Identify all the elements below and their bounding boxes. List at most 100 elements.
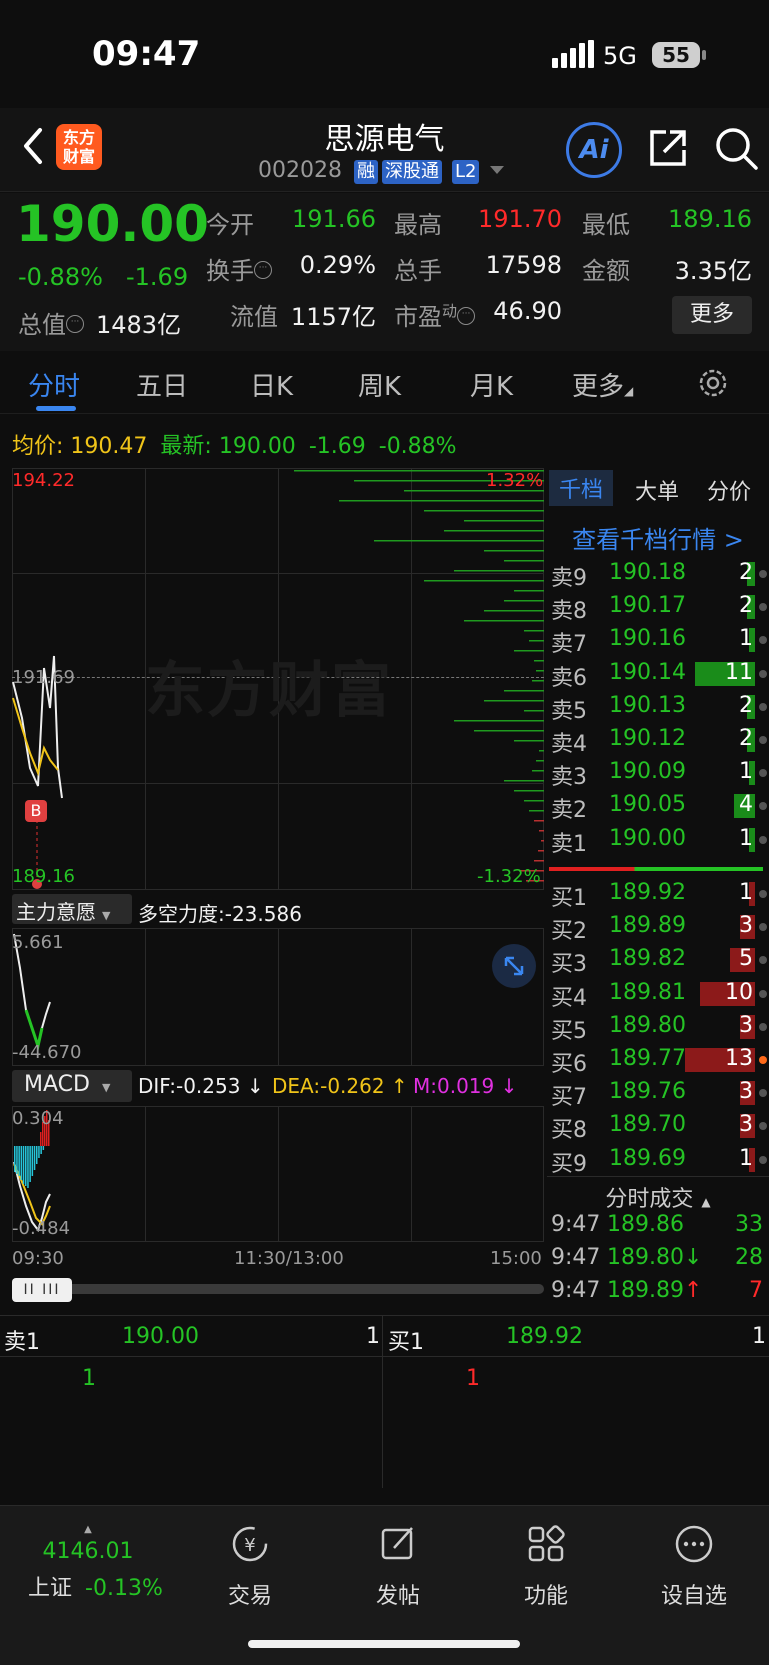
bid-row[interactable]: 买2 189.89 3: [549, 911, 767, 944]
macd-dif: DIF:-0.253 ↓: [138, 1074, 264, 1098]
quote-panel: 190.00 -0.88% -1.69 总值 ··· 1483亿 今开 191.6…: [0, 193, 769, 351]
macd-bar: [27, 1146, 29, 1188]
more-button[interactable]: 更多: [672, 296, 752, 334]
ask1-label: 卖1: [4, 1330, 40, 1355]
level-dot: [759, 736, 767, 744]
tab-monthly[interactable]: 月K: [470, 366, 513, 403]
gear-icon[interactable]: [696, 366, 730, 400]
bid-row[interactable]: 买5 189.80 3: [549, 1011, 767, 1044]
latest-label: 最新:: [160, 434, 212, 459]
nav-trade[interactable]: ¥ 交易: [190, 1524, 310, 1610]
level-volume: 1: [739, 880, 753, 905]
macd-bar: [22, 1146, 25, 1184]
ask-row[interactable]: 卖9 190.18 2: [549, 558, 767, 591]
tab-daily[interactable]: 日K: [250, 366, 293, 403]
tab-depth[interactable]: 千档: [549, 470, 614, 506]
turnover-label: 换手 ···: [206, 251, 272, 286]
bid-row[interactable]: 买6 189.77 13: [549, 1044, 767, 1077]
trades-header[interactable]: 分时成交 ▲: [547, 1176, 769, 1213]
change-percent: -0.88%: [18, 263, 103, 291]
ask-row[interactable]: 卖7 190.16 1: [549, 624, 767, 658]
level-volume: 13: [725, 1046, 753, 1071]
dropdown-icon[interactable]: [490, 166, 504, 176]
level-price: 189.82: [609, 946, 686, 972]
chart-scrollbar[interactable]: [12, 1284, 544, 1294]
macd-bar: [33, 1146, 36, 1170]
level-price: 190.05: [609, 792, 686, 818]
tab-large-orders[interactable]: 大单: [635, 474, 679, 506]
level-price: 189.76: [609, 1079, 686, 1105]
svg-text:¥: ¥: [244, 1535, 255, 1556]
level-dot: [759, 956, 767, 965]
expand-icon[interactable]: [492, 944, 536, 988]
level-price: 189.89: [609, 913, 686, 939]
view-depth-link[interactable]: 查看千档行情 >: [547, 520, 769, 555]
nav-add-watchlist[interactable]: 设自选: [634, 1524, 754, 1610]
trade-price: 189.80↓: [607, 1245, 703, 1270]
macd-m: M:0.019 ↓: [413, 1074, 518, 1098]
nav-post-label: 发帖: [375, 1584, 420, 1609]
bid-row[interactable]: 买1 189.92 1: [549, 878, 767, 911]
home-indicator[interactable]: [248, 1640, 520, 1648]
tab-more[interactable]: 更多◢: [572, 366, 633, 403]
buy-marker[interactable]: B: [25, 800, 47, 822]
nav-functions[interactable]: 功能: [486, 1524, 606, 1610]
low-label: 最低: [582, 211, 630, 239]
bid-row[interactable]: 买7 189.76 3: [549, 1077, 767, 1110]
bid-row[interactable]: 买3 189.82 5: [549, 944, 767, 978]
ask-row[interactable]: 卖2 190.05 4: [549, 790, 767, 823]
bid-row[interactable]: 买9 189.69 1: [549, 1144, 767, 1177]
tab-intraday[interactable]: 分时: [28, 366, 80, 403]
indicator-selector[interactable]: 主力意愿 ▼: [12, 894, 132, 924]
trade-row: 9:47 189.86 33: [549, 1210, 767, 1242]
level-volume: 5: [739, 946, 753, 972]
index-ticker[interactable]: ▲ 4146.01 上证 -0.13%: [28, 1524, 163, 1602]
info-icon[interactable]: ···: [254, 261, 272, 279]
ask-row[interactable]: 卖4 190.12 2: [549, 724, 767, 757]
info-icon[interactable]: ···: [66, 315, 84, 333]
level-dot: [759, 603, 767, 612]
bid1-vol: 1: [752, 1324, 766, 1349]
level-price: 189.81: [609, 979, 686, 1005]
indicator-y-top: 5.661: [12, 932, 64, 953]
level-dot: [759, 669, 767, 678]
latest-pct: -0.88%: [378, 434, 457, 459]
trade-volume: 33: [735, 1212, 763, 1237]
indicator-value: 多空力度:-23.586: [138, 902, 302, 926]
ai-button[interactable]: Ai: [566, 122, 622, 178]
ask-row[interactable]: 卖8 190.17 2: [549, 591, 767, 624]
chart-tabs: 分时 五日 日K 周K 月K 更多◢: [0, 352, 769, 414]
level-volume: 1: [739, 1145, 753, 1171]
ask-row[interactable]: 卖6 190.14 11: [549, 658, 767, 691]
trade-time: 9:47: [551, 1278, 601, 1303]
open-label: 今开: [206, 211, 254, 239]
nav-post[interactable]: 发帖: [338, 1524, 458, 1610]
level-label: 买9: [551, 1151, 587, 1177]
share-icon[interactable]: [644, 124, 692, 172]
tag-margin: 融: [354, 160, 378, 184]
time-mid: 11:30/13:00: [234, 1248, 344, 1269]
bid-row[interactable]: 买4 189.81 10: [549, 978, 767, 1011]
tab-five-day[interactable]: 五日: [136, 366, 188, 403]
search-icon[interactable]: [712, 124, 760, 172]
ask-row[interactable]: 卖3 190.09 1: [549, 757, 767, 790]
scroll-handle[interactable]: II III: [12, 1278, 72, 1302]
level-label: 买3: [551, 952, 587, 978]
bid-row[interactable]: 买8 189.70 3: [549, 1110, 767, 1143]
float-value: 1157亿: [290, 303, 376, 331]
level-dot: [759, 802, 767, 811]
macd-bar: [18, 1146, 20, 1176]
level-label: 买1: [551, 886, 587, 911]
ask-row[interactable]: 卖5 190.13 2: [549, 691, 767, 724]
level-volume: 4: [739, 792, 753, 818]
ask-row[interactable]: 卖1 190.00 1: [549, 824, 767, 857]
grid-icon: [528, 1525, 565, 1562]
info-icon[interactable]: ···: [457, 307, 476, 325]
tab-weekly[interactable]: 周K: [358, 366, 401, 403]
macd-bar: [31, 1146, 34, 1176]
level-dot: [759, 1056, 767, 1064]
nav-functions-label: 功能: [523, 1584, 568, 1609]
macd-selector[interactable]: MACD ▼: [12, 1070, 132, 1102]
level-label: 卖7: [551, 632, 587, 658]
tab-price-dist[interactable]: 分价: [707, 474, 751, 506]
